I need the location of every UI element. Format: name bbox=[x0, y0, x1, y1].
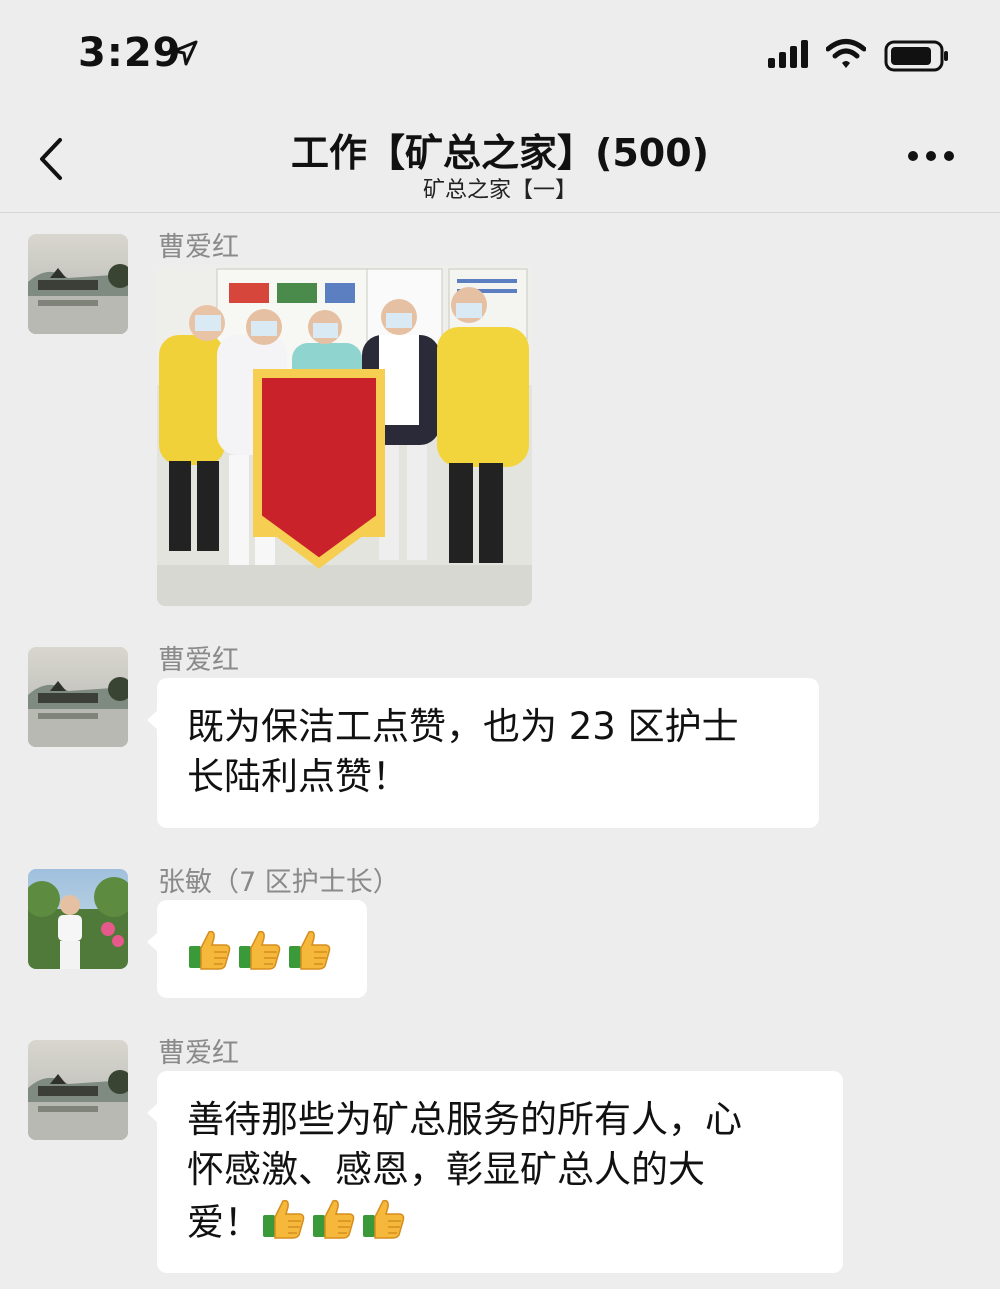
avatar[interactable] bbox=[28, 1040, 128, 1140]
message-line: 长陆利点赞！ bbox=[187, 755, 409, 798]
thumbs-up-icon bbox=[263, 1199, 305, 1239]
thumbs-up-icon bbox=[189, 930, 231, 970]
status-time: 3:29 bbox=[78, 30, 182, 76]
thumbs-up-emoji-row bbox=[187, 930, 337, 975]
sender-name: 张敏（7 区护士长） bbox=[158, 867, 400, 898]
message-line: 善待那些为矿总服务的所有人，心 bbox=[187, 1098, 742, 1141]
thumbs-up-icon bbox=[239, 930, 281, 970]
sender-name: 曹爱红 bbox=[158, 232, 239, 263]
chat-title: 工作【矿总之家】(500) bbox=[290, 131, 710, 175]
location-arrow-icon bbox=[172, 40, 198, 66]
avatar[interactable] bbox=[28, 869, 128, 969]
cellular-signal-icon bbox=[768, 40, 808, 68]
avatar[interactable] bbox=[28, 647, 128, 747]
message-line: 既为保洁工点赞，也为 23 区护士 bbox=[187, 705, 739, 748]
sender-name: 曹爱红 bbox=[158, 1038, 239, 1069]
thumbs-up-emoji-row bbox=[261, 1199, 411, 1244]
sender-name: 曹爱红 bbox=[158, 645, 239, 676]
message-line: 怀感激、感恩，彰显矿总人的大 bbox=[187, 1148, 705, 1191]
avatar[interactable] bbox=[28, 234, 128, 334]
message-line: 爱！ bbox=[187, 1195, 815, 1248]
message-bubble[interactable]: 既为保洁工点赞，也为 23 区护士 长陆利点赞！ bbox=[147, 678, 819, 828]
message-bubble[interactable]: 善待那些为矿总服务的所有人，心 怀感激、感恩，彰显矿总人的大 爱！ bbox=[147, 1071, 843, 1273]
thumbs-up-icon bbox=[289, 930, 331, 970]
chat-subtitle: 矿总之家【一】 bbox=[422, 178, 577, 203]
wifi-icon bbox=[826, 39, 866, 68]
message-bubble[interactable] bbox=[147, 900, 367, 998]
message-photo[interactable] bbox=[157, 265, 532, 606]
status-bar: 3:29 bbox=[0, 0, 1000, 100]
message-line-text: 爱！ bbox=[187, 1201, 261, 1244]
chat-header: 工作【矿总之家】(500) 矿总之家【一】 bbox=[0, 100, 1000, 213]
more-options-icon[interactable] bbox=[906, 148, 956, 164]
battery-icon bbox=[884, 40, 948, 72]
thumbs-up-icon bbox=[363, 1199, 405, 1239]
thumbs-up-icon bbox=[313, 1199, 355, 1239]
silk-banner bbox=[253, 369, 385, 569]
